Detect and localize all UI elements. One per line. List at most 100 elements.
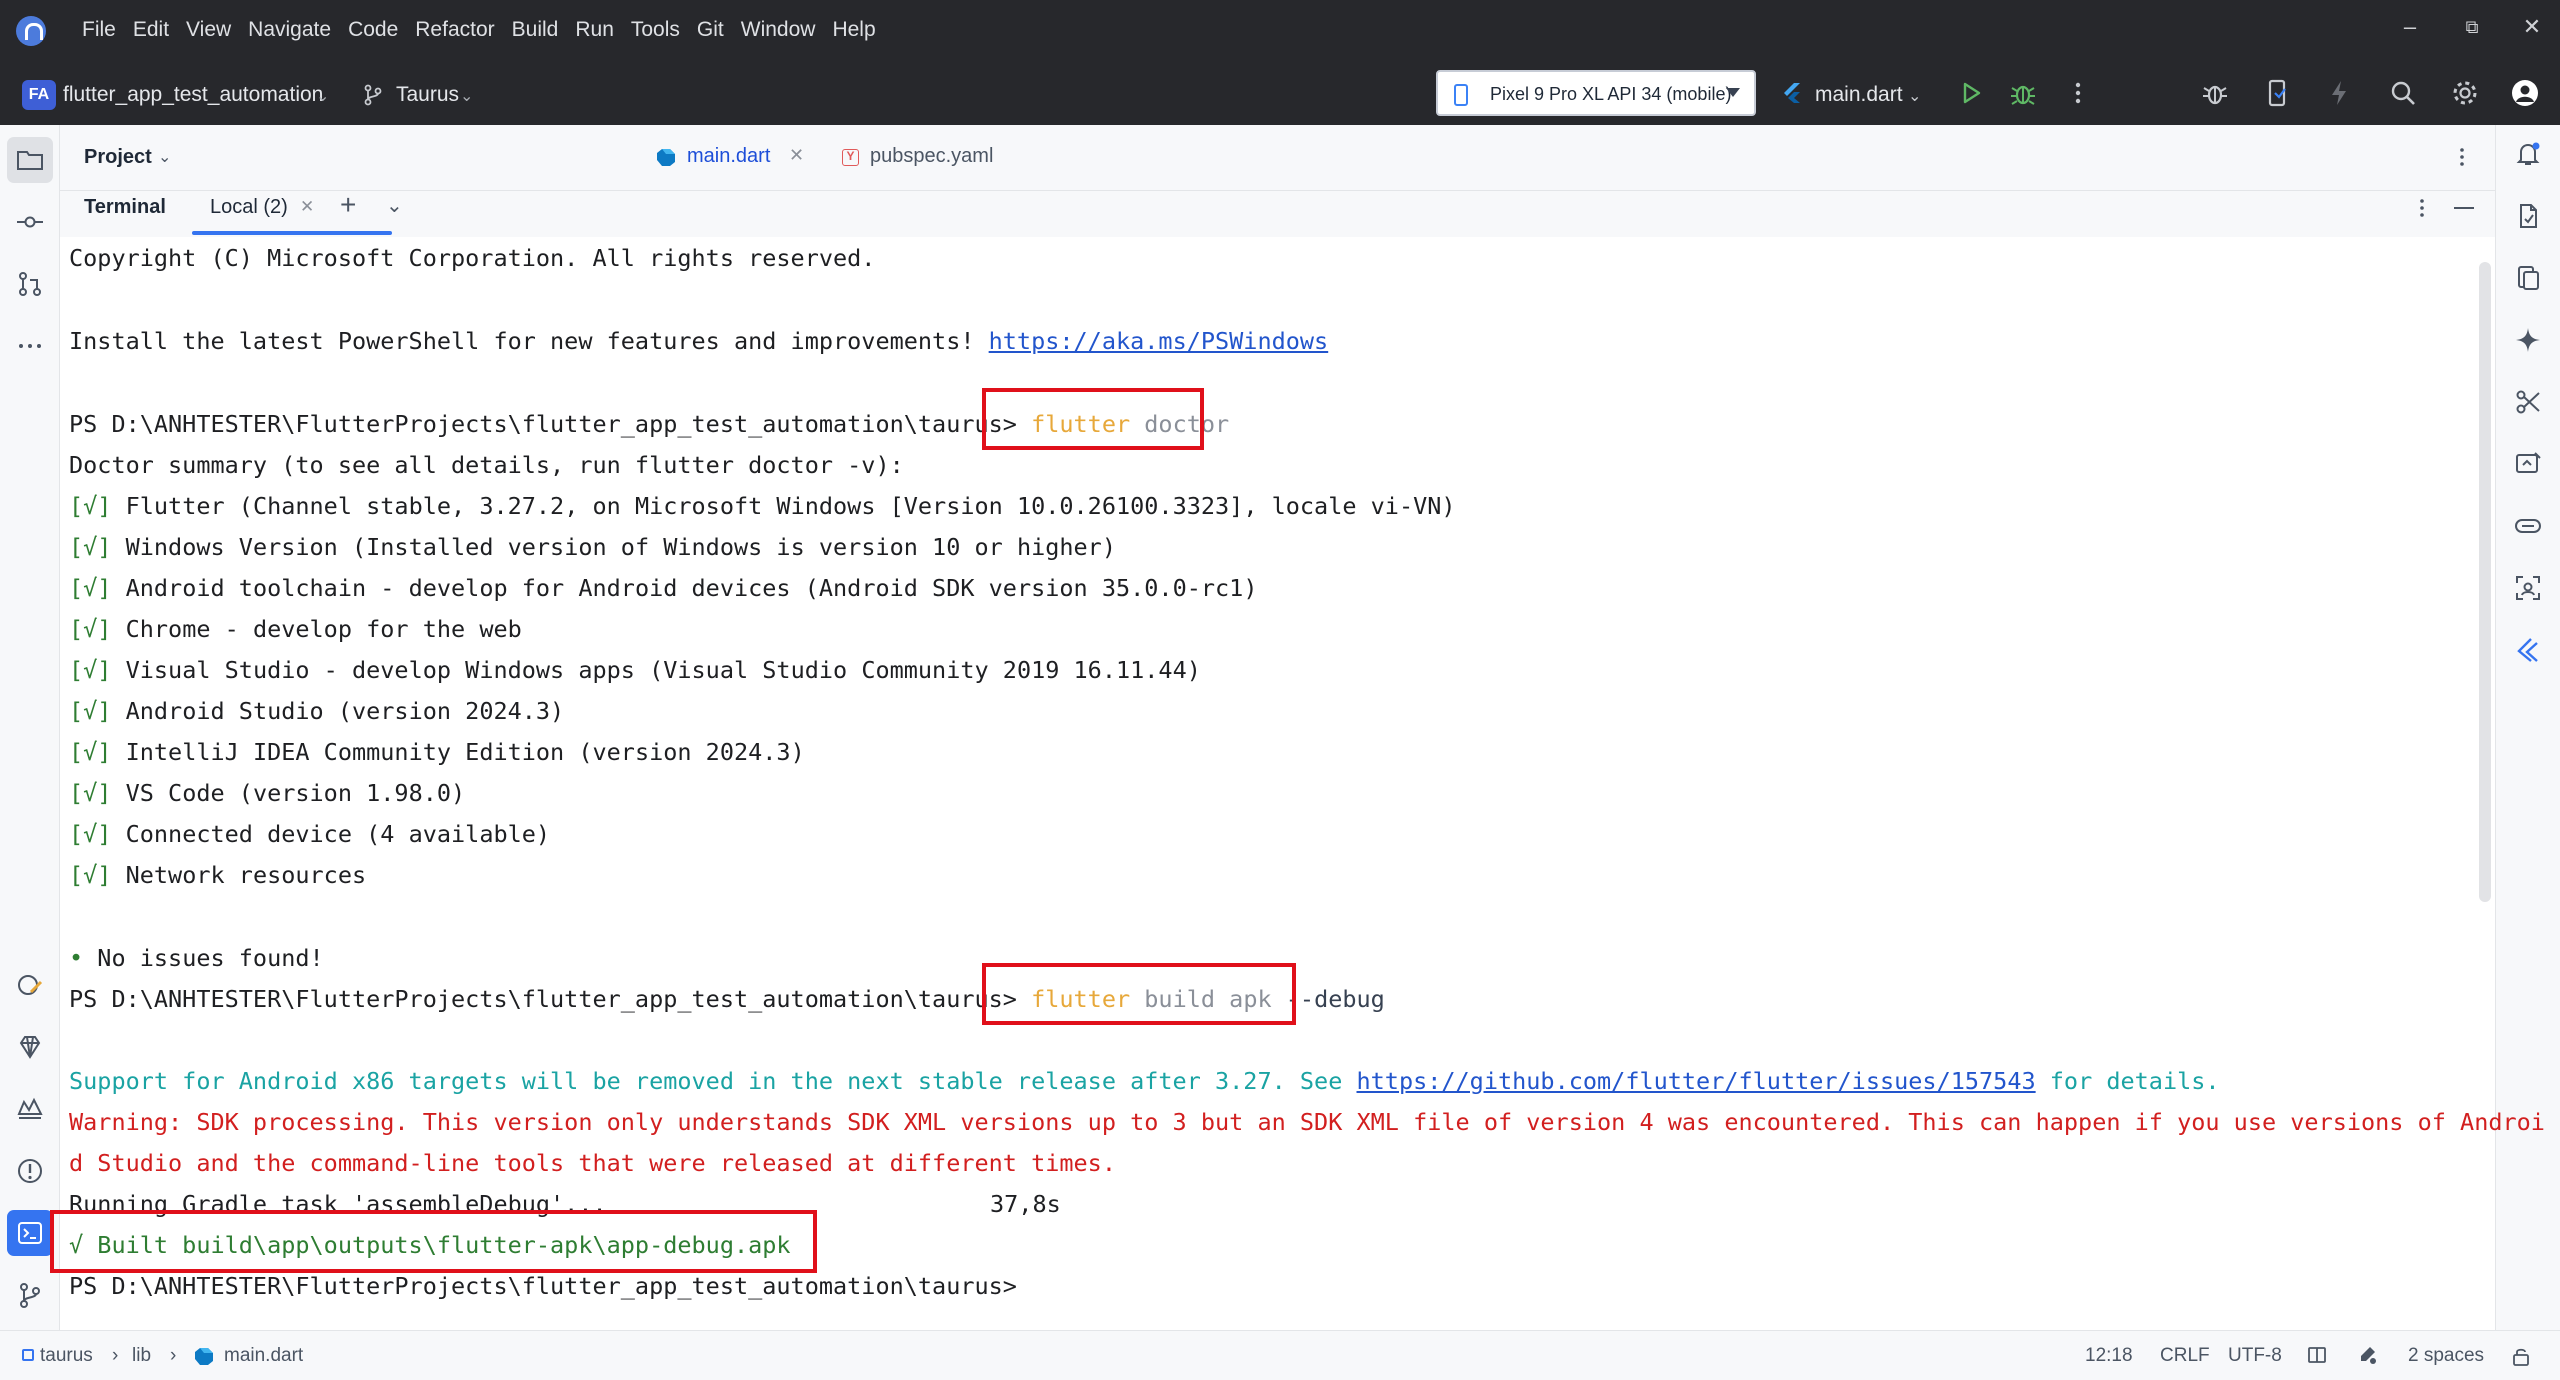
check-text: Android toolchain - develop for Android …	[125, 574, 1258, 602]
lock-icon[interactable]	[2510, 1345, 2532, 1367]
new-terminal-tab-icon[interactable]: +	[340, 189, 356, 221]
menu-run[interactable]: Run	[575, 18, 614, 42]
run-icon[interactable]	[1956, 78, 1986, 108]
device-manager-icon[interactable]	[2262, 78, 2292, 108]
editor-more-options-icon[interactable]	[2450, 145, 2474, 169]
check-text: Visual Studio - develop Windows apps (Vi…	[125, 656, 1201, 684]
module-icon	[22, 1349, 34, 1361]
terminal-options-icon[interactable]	[2410, 195, 2434, 221]
editor-tab-pubspec-yaml[interactable]: pubspec.yaml	[870, 145, 993, 168]
android-studio-logo-icon[interactable]	[16, 16, 46, 46]
settings-gear-icon[interactable]	[2450, 78, 2480, 108]
project-panel-title[interactable]: Project	[84, 146, 152, 169]
minimize-button[interactable]: –	[2390, 14, 2430, 40]
pull-requests-icon[interactable]	[15, 269, 45, 299]
powershell-link[interactable]: https://aka.ms/PSWindows	[989, 327, 1329, 355]
breadcrumb-lib[interactable]: lib	[132, 1345, 151, 1367]
project-folder-icon[interactable]	[15, 145, 45, 175]
gemini-sparkle-icon[interactable]	[2513, 325, 2543, 355]
project-selector[interactable]: flutter_app_test_automation	[63, 83, 323, 107]
more-actions-icon[interactable]	[2063, 78, 2093, 108]
check-text: Network resources	[125, 861, 367, 889]
logcat-icon[interactable]	[15, 1094, 45, 1124]
close-window-button[interactable]: ✕	[2512, 14, 2552, 40]
terminal-icon[interactable]	[15, 1218, 45, 1248]
account-avatar-icon[interactable]	[2510, 78, 2540, 108]
highlight-box-flutter-build	[982, 963, 1296, 1025]
terminal-line-install: Install the latest PowerShell for new fe…	[69, 326, 1328, 356]
close-terminal-tab-icon[interactable]: ✕	[300, 197, 314, 217]
menu-edit[interactable]: Edit	[133, 18, 169, 42]
menu-file[interactable]: File	[82, 18, 116, 42]
menu-refactor[interactable]: Refactor	[415, 18, 494, 42]
branch-selector[interactable]: Taurus	[396, 83, 459, 107]
apply-changes-icon[interactable]	[2324, 78, 2354, 108]
menu-bar: File Edit View Navigate Code Refactor Bu…	[0, 0, 2560, 62]
menu-window[interactable]: Window	[741, 18, 816, 42]
terminal-tabs-chevron-down-icon[interactable]: ⌄	[386, 193, 403, 218]
editor-tab-main-dart[interactable]: main.dart	[687, 145, 770, 168]
problems-icon[interactable]	[15, 1156, 45, 1186]
gradle-icon[interactable]	[2513, 201, 2543, 231]
cursor-position[interactable]: 12:18	[2085, 1345, 2133, 1367]
running-devices-icon[interactable]	[2513, 449, 2543, 479]
right-tool-window-bar	[2495, 125, 2560, 1330]
support-text: Support for Android x86 targets will be …	[69, 1067, 1357, 1095]
device-file-explorer-icon[interactable]	[2513, 263, 2543, 293]
device-selector[interactable]: Pixel 9 Pro XL API 34 (mobile)	[1436, 70, 1756, 116]
terminal-output[interactable]: Copyright (C) Microsoft Corporation. All…	[50, 237, 2545, 1330]
menu-navigate[interactable]: Navigate	[248, 18, 331, 42]
search-icon[interactable]	[2388, 78, 2418, 108]
commit-icon[interactable]	[15, 207, 45, 237]
menu-help[interactable]: Help	[832, 18, 875, 42]
notifications-bell-icon[interactable]	[2513, 139, 2543, 169]
restore-button[interactable]: ⧉	[2452, 17, 2492, 38]
branch-chevron-down-icon[interactable]: ⌄	[460, 86, 473, 106]
gemini-status-icon[interactable]	[2356, 1344, 2378, 1366]
file-encoding[interactable]: UTF-8	[2228, 1345, 2282, 1367]
gradle-time: 37,8s	[990, 1190, 1061, 1218]
run-config-chevron-down-icon[interactable]: ⌄	[1908, 86, 1921, 106]
more-tool-windows-icon[interactable]	[15, 331, 45, 361]
version-control-icon[interactable]	[15, 1280, 45, 1310]
check-item: [√] IntelliJ IDEA Community Edition (ver…	[69, 737, 805, 767]
active-tab-underline	[192, 231, 392, 235]
yaml-icon: Y	[842, 149, 859, 166]
read-only-toggle-icon[interactable]	[2306, 1345, 2328, 1367]
indent-setting[interactable]: 2 spaces	[2408, 1345, 2484, 1367]
terminal-scrollbar[interactable]	[2479, 262, 2491, 902]
breadcrumb-file[interactable]: main.dart	[224, 1345, 303, 1367]
check-item: [√] VS Code (version 1.98.0)	[69, 778, 465, 808]
layout-inspector-icon[interactable]	[2513, 511, 2543, 541]
run-configuration-selector[interactable]: main.dart	[1815, 83, 1903, 107]
line-separator[interactable]: CRLF	[2160, 1345, 2210, 1367]
breadcrumb-module[interactable]: taurus	[40, 1345, 93, 1367]
github-issue-link[interactable]: https://github.com/flutter/flutter/issue…	[1357, 1067, 2036, 1095]
menu-tools[interactable]: Tools	[631, 18, 680, 42]
project-badge[interactable]: FA	[22, 80, 56, 110]
breadcrumb-separator: ›	[112, 1345, 119, 1366]
minimize-terminal-icon[interactable]	[2454, 207, 2474, 209]
terminal-line-final-prompt: PS D:\ANHTESTER\FlutterProjects\flutter_…	[69, 1272, 1017, 1300]
debug-icon[interactable]	[2008, 78, 2038, 108]
menu-git[interactable]: Git	[697, 18, 724, 42]
menu-view[interactable]: View	[186, 18, 231, 42]
flutter-performance-icon[interactable]	[2513, 635, 2543, 665]
flutter-inspector-icon[interactable]	[2513, 387, 2543, 417]
menu-code[interactable]: Code	[348, 18, 398, 42]
app-quality-insights-icon[interactable]	[15, 970, 45, 1000]
no-issues-text: No issues found!	[83, 944, 324, 972]
left-tool-window-bar	[0, 125, 60, 1330]
terminal-line-warning-2: d Studio and the command-line tools that…	[69, 1149, 1116, 1177]
check-item: [√] Network resources	[69, 860, 366, 890]
terminal-tab-local[interactable]: Local (2)	[210, 196, 288, 219]
screenshot-capture-icon[interactable]	[2513, 573, 2543, 603]
check-text: Chrome - develop for the web	[125, 615, 522, 643]
attach-debugger-icon[interactable]	[2200, 78, 2230, 108]
project-panel-chevron-down-icon[interactable]: ⌄	[158, 147, 171, 167]
project-chevron-down-icon[interactable]: ⌄	[316, 86, 329, 106]
menu-build[interactable]: Build	[512, 18, 559, 42]
gemini-diamond-icon[interactable]	[15, 1032, 45, 1062]
highlight-box-flutter-doctor	[982, 388, 1204, 450]
close-tab-main-dart-icon[interactable]: ✕	[789, 145, 804, 166]
